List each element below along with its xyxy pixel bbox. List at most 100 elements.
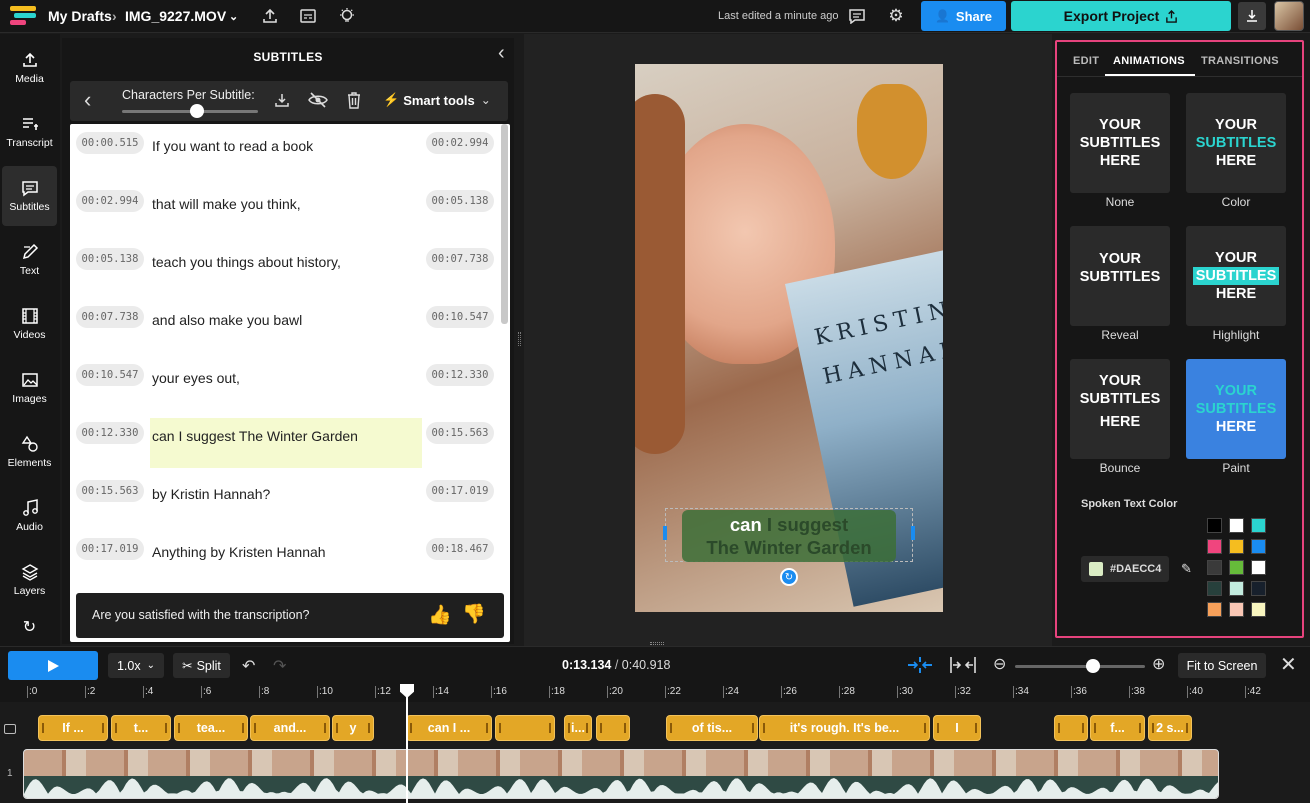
subtitle-clip[interactable]: and... <box>250 715 330 741</box>
subtitle-clip[interactable]: If ... <box>38 715 108 741</box>
subtitle-row[interactable]: 00:00.515 If you want to read a book 00:02… <box>70 128 500 186</box>
clip-handle-left[interactable] <box>1058 723 1060 733</box>
color-swatch[interactable] <box>1251 602 1266 617</box>
clip-handle-left[interactable] <box>670 723 672 733</box>
subtitle-clip[interactable]: i... <box>564 715 592 741</box>
subtitle-clip[interactable] <box>596 715 630 741</box>
sidebar-item-transcript[interactable]: Transcript <box>2 102 57 162</box>
subtitle-clip[interactable]: tea... <box>174 715 248 741</box>
clip-handle-right[interactable] <box>924 723 926 733</box>
sidebar-item-audio[interactable]: Audio <box>2 486 57 546</box>
subtitle-clip[interactable]: I <box>933 715 981 741</box>
color-swatch[interactable] <box>1251 518 1266 533</box>
subtitle-row[interactable]: 00:15.563 by Kristin Hannah? 00:17.019 <box>70 476 500 534</box>
end-time-badge[interactable]: 00:05.138 <box>426 190 494 212</box>
clip-handle-left[interactable] <box>254 723 256 733</box>
end-time-badge[interactable]: 00:02.994 <box>426 132 494 154</box>
end-time-badge[interactable]: 00:18.467 <box>426 538 494 560</box>
sidebar-item-text[interactable]: Text <box>2 230 57 290</box>
start-time-badge[interactable]: 00:17.019 <box>76 538 144 560</box>
caption-overlay[interactable]: can I suggest The Winter Garden <box>682 510 896 562</box>
fit-gaps-icon[interactable] <box>950 657 976 678</box>
clip-handle-right[interactable] <box>1186 723 1188 733</box>
download-button[interactable] <box>1238 2 1266 30</box>
captions-icon[interactable] <box>298 6 318 26</box>
start-time-badge[interactable]: 00:12.330 <box>76 422 144 444</box>
trash-icon[interactable] <box>346 91 362 114</box>
subtitle-clip[interactable]: t... <box>111 715 171 741</box>
rotate-icon[interactable]: ↻ <box>780 568 798 586</box>
video-clip[interactable] <box>23 749 1219 799</box>
color-swatch[interactable] <box>1207 560 1222 575</box>
subtitle-clip[interactable]: y <box>332 715 374 741</box>
end-time-badge[interactable]: 00:17.019 <box>426 480 494 502</box>
playback-speed-select[interactable]: 1.0x ⌄ <box>108 653 164 678</box>
close-timeline-icon[interactable]: ✕ <box>1280 652 1297 677</box>
subtitle-row[interactable]: 00:17.019 Anything by Kristen Hannah 00:18… <box>70 534 500 592</box>
clip-handle-left[interactable] <box>1094 723 1096 733</box>
clip-handle-right[interactable] <box>975 723 977 733</box>
chevron-down-icon[interactable]: ⌄ <box>229 10 238 23</box>
color-swatch[interactable] <box>1251 581 1266 596</box>
start-time-badge[interactable]: 00:02.994 <box>76 190 144 212</box>
playhead[interactable] <box>406 684 408 803</box>
clip-handle-right[interactable] <box>549 723 551 733</box>
end-time-badge[interactable]: 00:10.547 <box>426 306 494 328</box>
clip-handle-left[interactable] <box>42 723 44 733</box>
resize-handle[interactable] <box>518 332 521 346</box>
sidebar-item-subtitles[interactable]: Subtitles <box>2 166 57 226</box>
smart-tools-dropdown[interactable]: ⚡ Smart tools ⌄ <box>383 92 491 108</box>
undo-icon[interactable]: ↶ <box>242 656 255 676</box>
play-button[interactable] <box>8 651 98 680</box>
clip-handle-right[interactable] <box>102 723 104 733</box>
color-swatch[interactable] <box>1251 539 1266 554</box>
subtitle-text[interactable]: If you want to read a book <box>152 138 313 154</box>
subtitle-row[interactable]: 00:10.547 your eyes out, 00:12.330 <box>70 360 500 418</box>
color-hex-input[interactable]: #DAECC4 <box>1081 556 1169 582</box>
start-time-badge[interactable]: 00:07.738 <box>76 306 144 328</box>
split-button[interactable]: ✂ Split <box>173 653 230 678</box>
color-swatch[interactable] <box>1229 539 1244 554</box>
color-swatch[interactable] <box>1229 602 1244 617</box>
subtitle-clip[interactable]: can I ... <box>406 715 492 741</box>
subtitle-clip[interactable]: of tis... <box>666 715 758 741</box>
color-swatch[interactable] <box>1229 518 1244 533</box>
zoom-out-icon[interactable]: ⊖ <box>993 654 1006 674</box>
end-time-badge[interactable]: 00:07.738 <box>426 248 494 270</box>
export-project-button[interactable]: Export Project <box>1011 1 1231 31</box>
thumbs-up-icon[interactable]: 👍 <box>428 603 452 627</box>
animation-style-reveal[interactable]: YOUR SUBTITLES <box>1070 226 1170 326</box>
clip-handle-right[interactable] <box>242 723 244 733</box>
animation-style-highlight[interactable]: YOUR SUBTITLES HERE <box>1186 226 1286 326</box>
settings-gear-icon[interactable]: ⚙ <box>886 6 906 26</box>
eyedropper-icon[interactable]: ✎ <box>1181 561 1192 577</box>
chars-per-subtitle-slider[interactable] <box>122 104 258 118</box>
animation-style-paint[interactable]: YOUR SUBTITLES HERE <box>1186 359 1286 459</box>
animation-style-none[interactable]: YOUR SUBTITLES HERE <box>1070 93 1170 193</box>
clip-handle-right[interactable] <box>324 723 326 733</box>
start-time-badge[interactable]: 00:05.138 <box>76 248 144 270</box>
tab-animations[interactable]: ANIMATIONS <box>1113 55 1185 67</box>
zoom-slider[interactable] <box>1015 659 1145 673</box>
sidebar-item-elements[interactable]: Elements <box>2 422 57 482</box>
list-scrollbar[interactable] <box>501 124 508 324</box>
clip-handle-right[interactable] <box>486 723 488 733</box>
tab-transitions[interactable]: TRANSITIONS <box>1201 55 1279 67</box>
timeline-ruler[interactable]: :0:2:4:6:8:10:12:14:16:18:20:22:24:26:28… <box>0 684 1310 702</box>
animation-style-bounce[interactable]: YOUR SUBTITLES HERE <box>1070 359 1170 459</box>
subtitle-text[interactable]: teach you things about history, <box>152 254 341 270</box>
start-time-badge[interactable]: 00:15.563 <box>76 480 144 502</box>
thumbs-down-icon[interactable]: 👎 <box>462 602 486 626</box>
start-time-badge[interactable]: 00:00.515 <box>76 132 144 154</box>
clip-handle-left[interactable] <box>178 723 180 733</box>
collapse-panel-icon[interactable]: ‹ <box>498 42 505 65</box>
timeline-resize-handle[interactable] <box>650 642 664 645</box>
subtitle-clip[interactable]: it's rough. It's be... <box>759 715 930 741</box>
fit-to-screen-button[interactable]: Fit to Screen <box>1178 653 1266 678</box>
hide-eye-icon[interactable] <box>308 92 328 113</box>
snap-icon[interactable] <box>907 657 933 678</box>
download-subtitles-icon[interactable] <box>274 92 290 113</box>
start-time-badge[interactable]: 00:10.547 <box>76 364 144 386</box>
sidebar-item-media[interactable]: Media <box>2 38 57 98</box>
subtitle-row[interactable]: 00:05.138 teach you things about history,… <box>70 244 500 302</box>
